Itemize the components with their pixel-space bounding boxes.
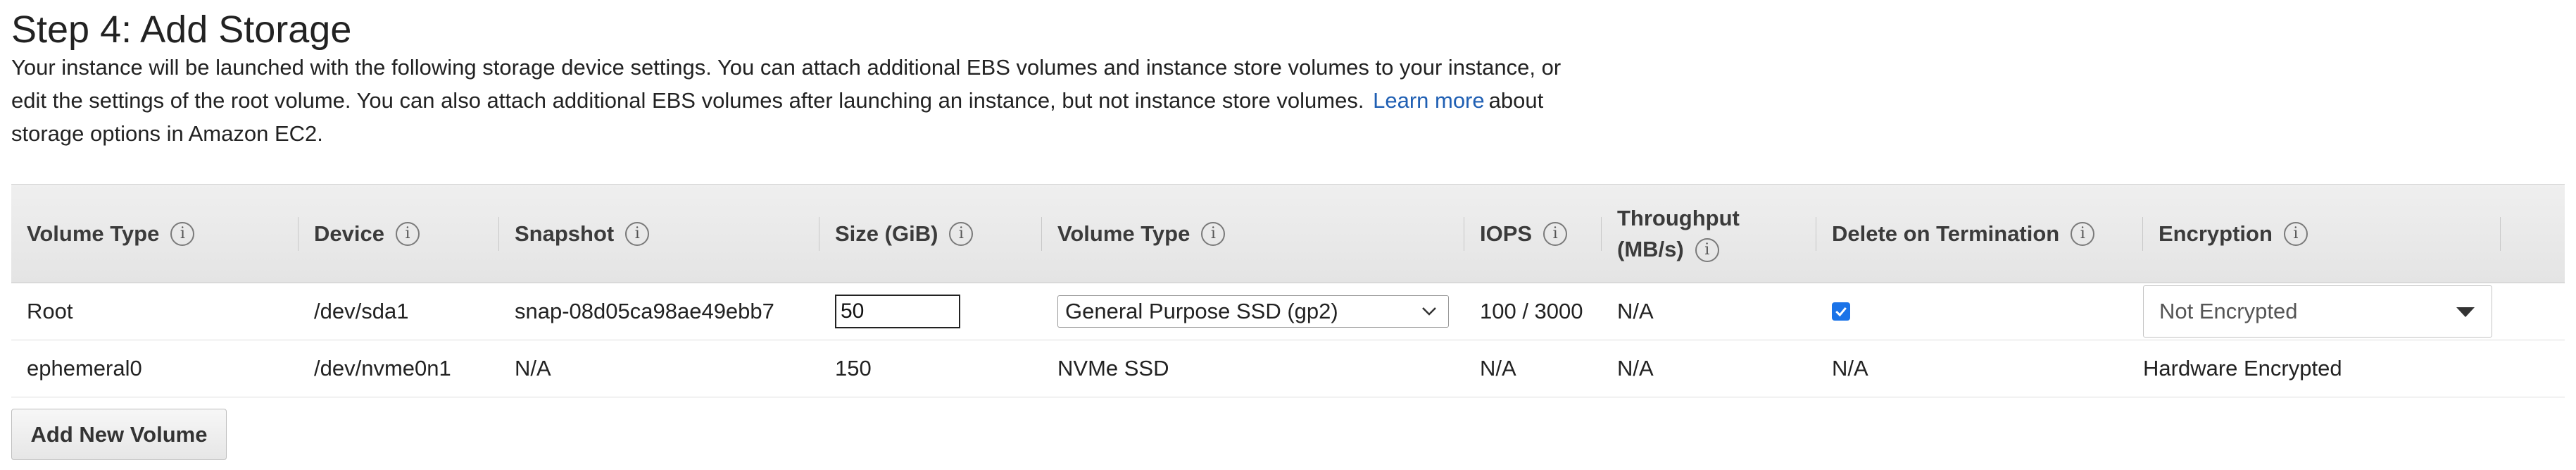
cell-device: /dev/sda1: [314, 299, 409, 323]
table-header-row: Volume Type i Device i Snapshot i Size (…: [11, 184, 2565, 283]
header-device-label: Device: [314, 221, 384, 246]
header-device: Device i: [299, 185, 499, 283]
header-volume-type: Volume Type i: [11, 185, 299, 283]
chevron-down-icon: [1422, 307, 1436, 316]
header-throughput-label: Throughput (MB/s) i: [1617, 203, 1740, 265]
header-snapshot-label: Snapshot: [515, 221, 615, 246]
info-icon[interactable]: i: [1695, 238, 1719, 263]
header-volume-type-label: Volume Type: [27, 221, 160, 246]
header-ebs-volume-type: Volume Type i: [1042, 185, 1464, 283]
volume-type-select[interactable]: General Purpose SSD (gp2): [1057, 295, 1449, 328]
cell-ebs-volume-type: NVMe SSD: [1057, 356, 1169, 381]
header-iops: IOPS i: [1464, 185, 1602, 283]
volume-type-select-value: General Purpose SSD (gp2): [1065, 299, 1338, 323]
header-encryption-label: Encryption: [2159, 221, 2273, 246]
cell-device: /dev/nvme0n1: [314, 356, 451, 381]
page-description: Your instance will be launched with the …: [11, 51, 1631, 150]
info-icon[interactable]: i: [625, 221, 650, 246]
cell-throughput: N/A: [1617, 356, 1654, 381]
info-icon[interactable]: i: [395, 221, 420, 246]
header-ebs-volume-type-label: Volume Type: [1057, 221, 1190, 246]
learn-more-link[interactable]: Learn more: [1373, 88, 1485, 113]
delete-on-termination-checkbox[interactable]: [1832, 302, 1850, 321]
header-size: Size (GiB) i: [819, 185, 1042, 283]
page-title: Step 4: Add Storage: [11, 8, 352, 51]
cell-throughput: N/A: [1617, 299, 1654, 323]
header-iops-label: IOPS: [1480, 221, 1533, 246]
cell-volume-type: ephemeral0: [27, 356, 142, 381]
cell-size: 150: [835, 356, 872, 381]
description-line-2: edit the settings of the root volume. Yo…: [11, 84, 1631, 117]
info-icon[interactable]: i: [2283, 221, 2308, 246]
info-icon[interactable]: i: [170, 221, 195, 246]
header-delete-on-termination: Delete on Termination i: [1816, 185, 2143, 283]
table-row: ephemeral0 /dev/nvme0n1 N/A 150 NVMe SSD…: [11, 340, 2565, 397]
cell-size: [819, 283, 960, 340]
info-icon[interactable]: i: [2071, 221, 2095, 246]
info-icon[interactable]: i: [1543, 221, 1568, 246]
cell-delete-on-termination: N/A: [1832, 356, 1868, 381]
description-about-text: about: [1488, 88, 1544, 113]
description-line-1: Your instance will be launched with the …: [11, 55, 1562, 80]
description-line-2-text: edit the settings of the root volume. Yo…: [11, 88, 1364, 113]
caret-down-icon: [2456, 307, 2475, 317]
encryption-select-value: Not Encrypted: [2159, 299, 2298, 323]
cell-snapshot: N/A: [515, 356, 551, 381]
cell-iops: 100 / 3000: [1480, 299, 1583, 323]
cell-ebs-volume-type: General Purpose SSD (gp2): [1042, 283, 1449, 340]
encryption-select[interactable]: Not Encrypted: [2143, 285, 2492, 338]
info-icon[interactable]: i: [1201, 221, 1226, 246]
header-snapshot: Snapshot i: [499, 185, 819, 283]
header-encryption: Encryption i: [2143, 185, 2501, 283]
description-line-3: storage options in Amazon EC2.: [11, 121, 323, 146]
header-throughput-line1: Throughput: [1617, 205, 1740, 230]
add-storage-page: Step 4: Add Storage Your instance will b…: [0, 0, 2576, 470]
cell-snapshot: snap-08d05ca98ae49ebb7: [515, 299, 774, 323]
header-delete-on-termination-label: Delete on Termination: [1832, 221, 2060, 246]
checkmark-icon: [1835, 307, 1847, 317]
cell-iops: N/A: [1480, 356, 1516, 381]
header-size-label: Size (GiB): [835, 221, 938, 246]
storage-table: Volume Type i Device i Snapshot i Size (…: [11, 184, 2565, 397]
cell-encryption: Hardware Encrypted: [2143, 356, 2342, 381]
cell-volume-type: Root: [27, 299, 73, 323]
info-icon[interactable]: i: [949, 221, 974, 246]
cell-encryption: Not Encrypted: [2143, 283, 2492, 340]
size-input[interactable]: [835, 295, 960, 328]
cell-delete-on-termination: [1816, 283, 1850, 340]
add-new-volume-button[interactable]: Add New Volume: [11, 409, 227, 460]
header-throughput-line2: (MB/s): [1617, 236, 1684, 261]
header-throughput: Throughput (MB/s) i: [1602, 185, 1816, 283]
table-row: Root /dev/sda1 snap-08d05ca98ae49ebb7 Ge…: [11, 283, 2565, 340]
